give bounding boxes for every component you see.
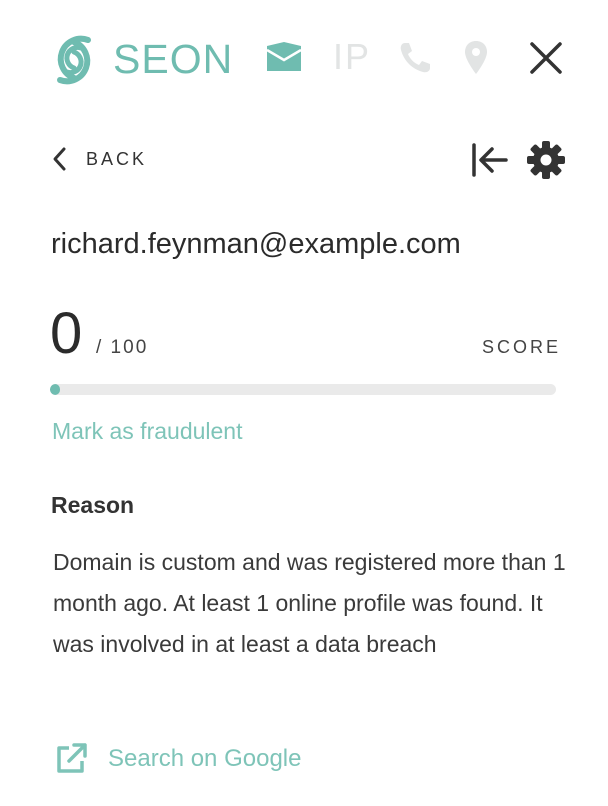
reason-text: Domain is custom and was registered more…	[53, 549, 566, 657]
location-pin-icon[interactable]	[463, 40, 489, 76]
score-value: 0	[50, 301, 83, 366]
brand-name: SEON	[113, 36, 234, 82]
mail-icon[interactable]	[264, 40, 304, 74]
search-google-label: Search on Google	[108, 745, 302, 772]
mark-as-fraudulent-link[interactable]: Mark as fraudulent	[52, 418, 242, 445]
ip-tab[interactable]: IP	[333, 36, 371, 78]
phone-icon[interactable]	[397, 40, 433, 76]
chevron-left-icon	[53, 147, 66, 171]
gear-icon[interactable]	[526, 140, 566, 180]
search-google-link[interactable]: Search on Google	[54, 742, 301, 776]
reason-heading: Reason	[51, 492, 135, 518]
email-address: richard.feynman@example.com	[51, 228, 461, 260]
seon-logo-icon	[50, 30, 98, 90]
collapse-panel-icon[interactable]	[468, 140, 510, 180]
close-icon[interactable]	[528, 40, 564, 76]
back-button[interactable]: BACK	[50, 144, 147, 174]
score-max: / 100	[96, 337, 149, 358]
back-label: BACK	[86, 148, 148, 169]
score-label: SCORE	[482, 337, 562, 357]
external-link-icon	[57, 743, 87, 773]
score-progress-bar	[50, 384, 556, 395]
score-progress-fill	[50, 384, 60, 395]
